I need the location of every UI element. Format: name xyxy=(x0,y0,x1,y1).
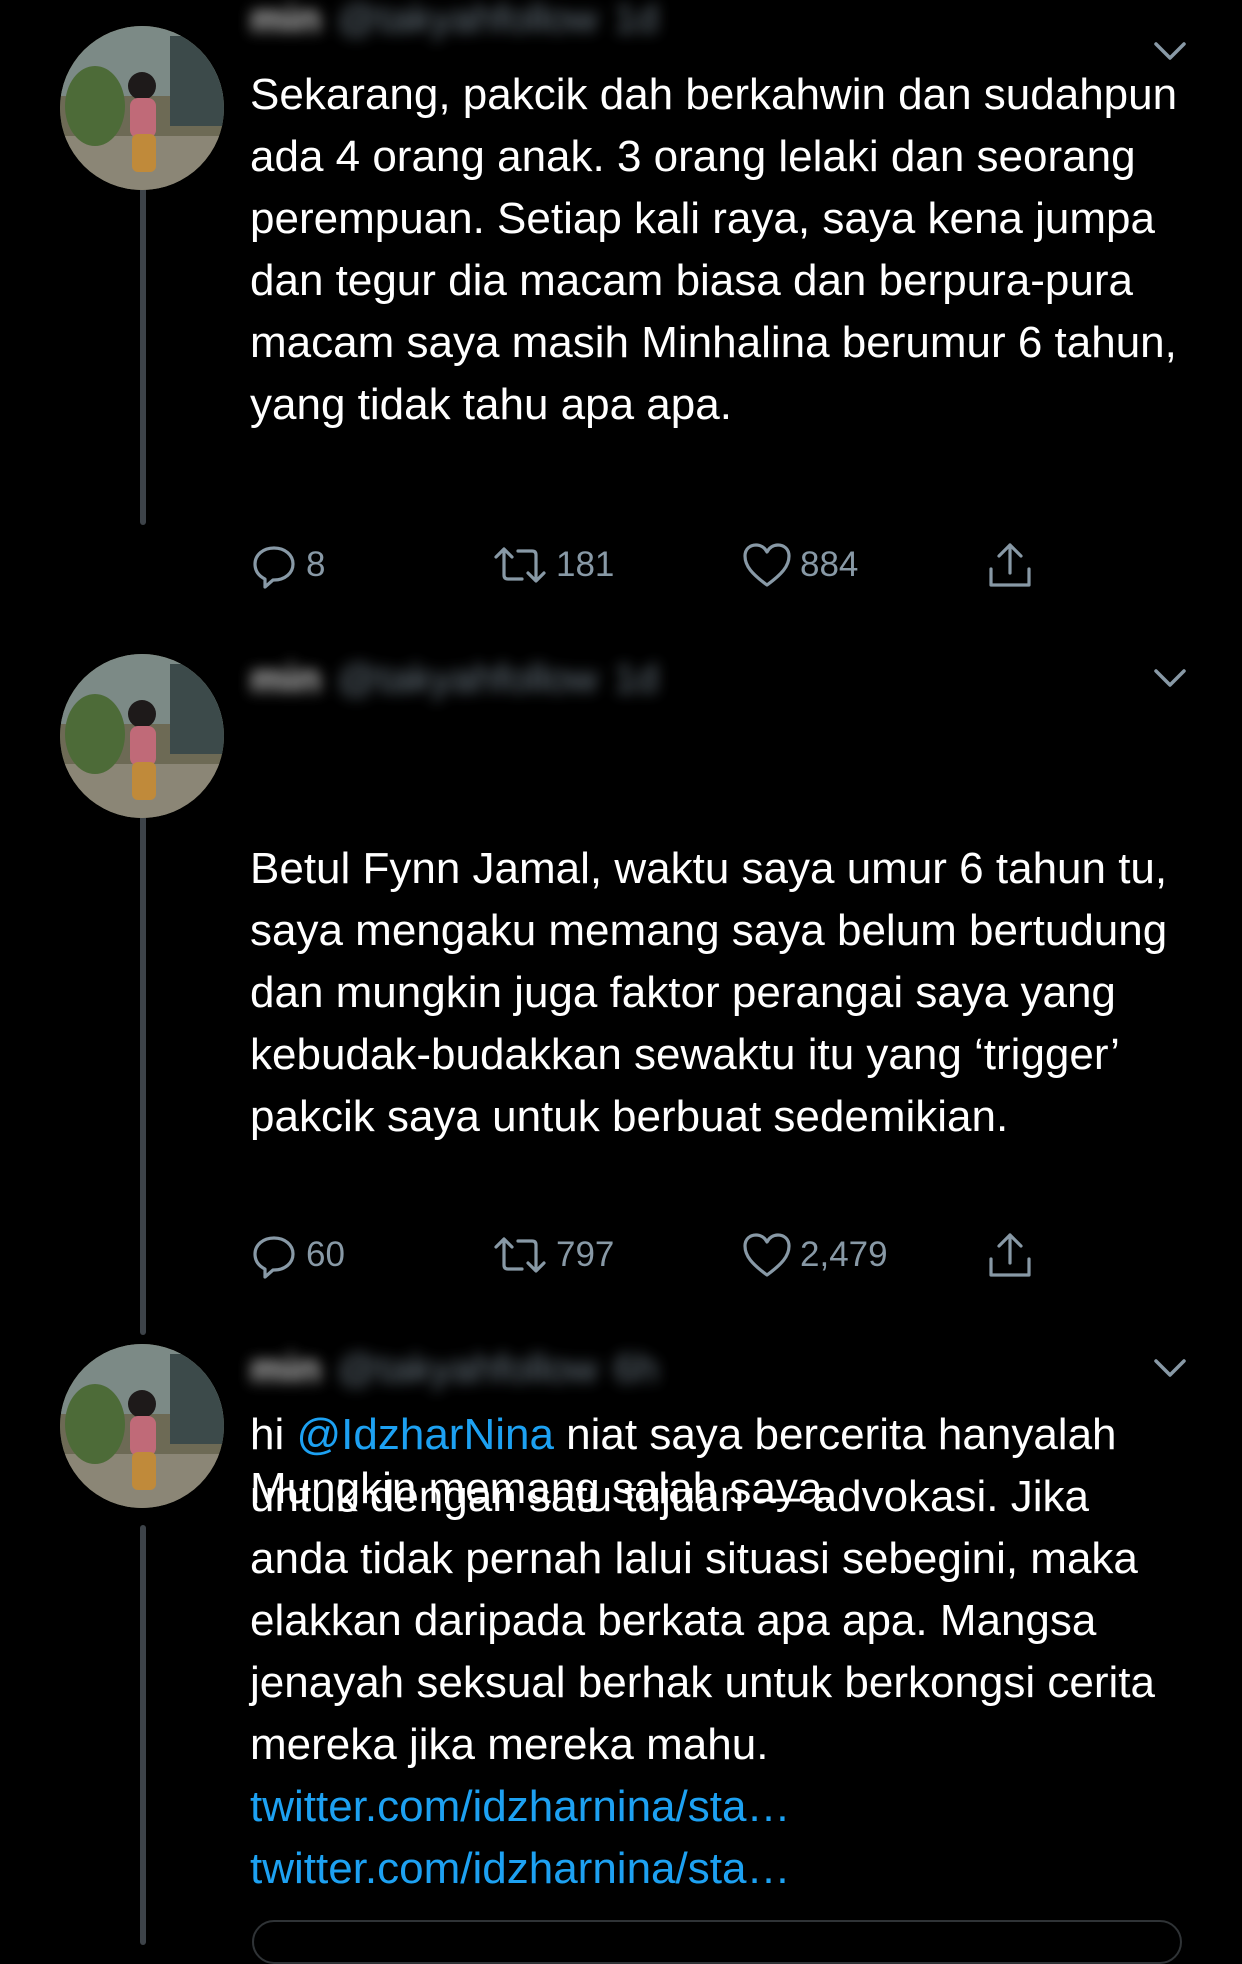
tweet-header: min @takyahfollow 6h xyxy=(250,1344,810,1394)
timestamp: 6h xyxy=(613,1346,659,1391)
avatar[interactable] xyxy=(60,1344,224,1508)
tweet[interactable]: min @takyahfollow 6h hi @IdzharNina niat… xyxy=(0,0,1242,1964)
url-link[interactable]: twitter.com/idzharnina/sta… xyxy=(250,1844,790,1893)
tweet-text-prefix: hi xyxy=(250,1410,297,1459)
handle: @takyahfollow xyxy=(337,1346,598,1391)
display-name: min xyxy=(250,1346,322,1391)
tweet-text: hi @IdzharNina niat saya bercerita hanya… xyxy=(250,1404,1190,1900)
url-link[interactable]: twitter.com/idzharnina/sta… xyxy=(250,1782,790,1831)
mention-link[interactable]: @IdzharNina xyxy=(296,1410,553,1459)
tweet-text-main: niat saya bercerita hanyalah untuk denga… xyxy=(250,1410,1168,1769)
quoted-tweet-card[interactable] xyxy=(252,1920,1182,1964)
chevron-down-icon[interactable] xyxy=(1150,1353,1190,1383)
